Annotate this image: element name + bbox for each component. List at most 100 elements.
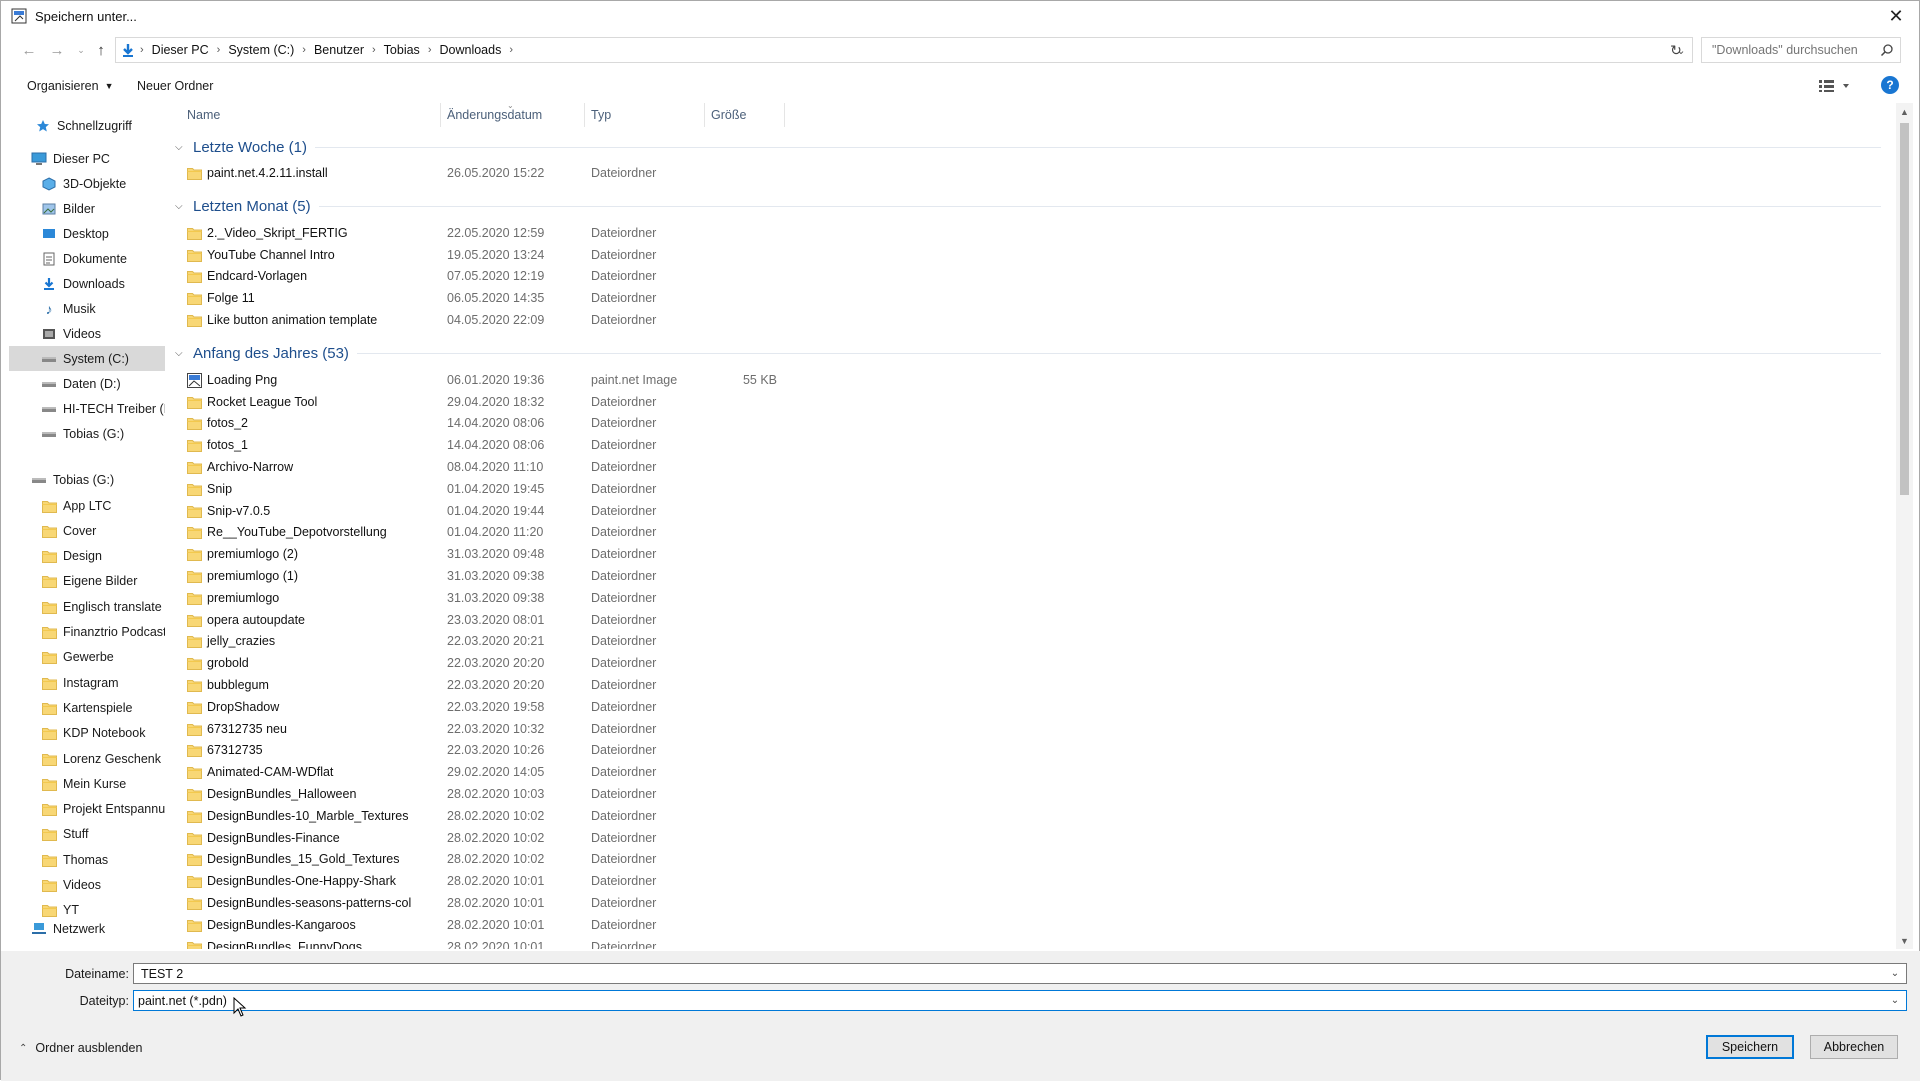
file-row[interactable]: Folge 11 06.05.2020 14:35 Dateiordner bbox=[171, 288, 1891, 309]
new-folder-button[interactable]: Neuer Ordner bbox=[137, 75, 213, 97]
file-row[interactable]: 67312735 22.03.2020 10:26 Dateiordner bbox=[171, 740, 1891, 761]
nav-item-downloads[interactable]: Downloads bbox=[9, 271, 165, 296]
file-row[interactable]: Rocket League Tool 29.04.2020 18:32 Dateio… bbox=[171, 392, 1891, 413]
nav-folder-kdp-notebook[interactable]: KDP Notebook bbox=[9, 721, 165, 746]
nav-quick-access[interactable]: Schnellzugriff bbox=[9, 113, 165, 138]
breadcrumb-downloads[interactable]: Downloads bbox=[439, 43, 501, 57]
breadcrumb-benutzer[interactable]: Benutzer bbox=[314, 43, 364, 57]
group-header[interactable]: ⌵ Letzte Woche (1) bbox=[171, 135, 1891, 159]
search-input[interactable] bbox=[1710, 42, 1874, 58]
breadcrumb-separator[interactable]: › bbox=[302, 44, 306, 56]
nav-folder-videos[interactable]: Videos bbox=[9, 873, 165, 898]
nav-item-videos[interactable]: Videos bbox=[9, 321, 165, 346]
nav-drive-g[interactable]: Tobias (G:) bbox=[9, 467, 165, 492]
nav-item-bilder[interactable]: Bilder bbox=[9, 196, 165, 221]
refresh-button[interactable]: ↻ bbox=[1666, 40, 1686, 60]
close-button[interactable]: ✕ bbox=[1873, 1, 1919, 31]
file-row[interactable]: DesignBundles_Halloween 28.02.2020 10:03 D… bbox=[171, 784, 1891, 805]
breadcrumb-system-c[interactable]: System (C:) bbox=[228, 43, 294, 57]
nav-folder-mein-kurse[interactable]: Mein Kurse bbox=[9, 771, 165, 796]
column-header-type[interactable]: Typ bbox=[581, 103, 705, 127]
breadcrumb-tobias[interactable]: Tobias bbox=[384, 43, 420, 57]
scroll-up-icon[interactable]: ▲ bbox=[1896, 103, 1913, 120]
nav-item-3d-objekte[interactable]: 3D-Objekte bbox=[9, 171, 165, 196]
file-row[interactable]: DesignBundles-seasons-patterns-col 28.02.… bbox=[171, 893, 1891, 914]
nav-folder-englisch-translate[interactable]: Englisch translate bbox=[9, 594, 165, 619]
nav-network[interactable]: Netzwerk bbox=[9, 916, 165, 941]
group-header[interactable]: ⌵ Letzten Monat (5) bbox=[171, 195, 1891, 219]
filename-field[interactable]: ⌄ bbox=[133, 963, 1907, 984]
nav-folder-eigene-bilder[interactable]: Eigene Bilder bbox=[9, 569, 165, 594]
breadcrumb-this-pc[interactable]: Dieser PC bbox=[152, 43, 209, 57]
hide-folders-toggle[interactable]: ⌃ Ordner ausblenden bbox=[19, 1041, 142, 1055]
scroll-down-icon[interactable]: ▼ bbox=[1896, 932, 1913, 949]
file-row[interactable]: fotos_2 14.04.2020 08:06 Dateiordner bbox=[171, 413, 1891, 434]
nav-item-daten-d[interactable]: Daten (D:) bbox=[9, 371, 165, 396]
file-row[interactable]: premiumlogo 31.03.2020 09:38 Dateiordner bbox=[171, 588, 1891, 609]
nav-item-dokumente[interactable]: Dokumente bbox=[9, 246, 165, 271]
file-row[interactable]: premiumlogo (1) 31.03.2020 09:38 Dateiordn… bbox=[171, 566, 1891, 587]
nav-folder-cover[interactable]: Cover bbox=[9, 518, 165, 543]
file-row[interactable]: 67312735 neu 22.03.2020 10:32 Dateiordner bbox=[171, 719, 1891, 740]
file-row[interactable]: Loading Png 06.01.2020 19:36 paint.net Ima… bbox=[171, 370, 1891, 391]
file-row[interactable]: Snip-v7.0.5 01.04.2020 19:44 Dateiordner bbox=[171, 501, 1891, 522]
breadcrumb-separator[interactable]: › bbox=[428, 44, 432, 56]
nav-folder-lorenz-geschenk[interactable]: Lorenz Geschenk bbox=[9, 746, 165, 771]
file-row[interactable]: Endcard-Vorlagen 07.05.2020 12:19 Dateiord… bbox=[171, 266, 1891, 287]
file-row[interactable]: jelly_crazies 22.03.2020 20:21 Dateiordner bbox=[171, 631, 1891, 652]
file-row[interactable]: paint.net.4.2.11.install 26.05.2020 15:22… bbox=[171, 163, 1891, 184]
group-header[interactable]: ⌵ Anfang des Jahres (53) bbox=[171, 342, 1891, 366]
nav-item-musik[interactable]: ♪ Musik bbox=[9, 296, 165, 321]
breadcrumb-separator[interactable]: › bbox=[509, 44, 513, 56]
filename-dropdown[interactable]: ⌄ bbox=[1886, 964, 1904, 983]
filetype-select[interactable]: paint.net (*.pdn) ⌄ bbox=[133, 990, 1907, 1011]
file-row[interactable]: DropShadow 22.03.2020 19:58 Dateiordner bbox=[171, 697, 1891, 718]
back-button[interactable]: ← bbox=[19, 40, 39, 60]
nav-folder-instagram[interactable]: Instagram bbox=[9, 670, 165, 695]
nav-folder-finanztrio-podcast[interactable]: Finanztrio Podcast bbox=[9, 620, 165, 645]
file-row[interactable]: Snip 01.04.2020 19:45 Dateiordner bbox=[171, 479, 1891, 500]
search-box[interactable] bbox=[1701, 37, 1901, 63]
file-row[interactable]: fotos_1 14.04.2020 08:06 Dateiordner bbox=[171, 435, 1891, 456]
nav-this-pc[interactable]: Dieser PC bbox=[9, 146, 165, 171]
nav-folder-stuff[interactable]: Stuff bbox=[9, 822, 165, 847]
file-row[interactable]: YouTube Channel Intro 19.05.2020 13:24 Dat… bbox=[171, 245, 1891, 266]
file-row[interactable]: opera autoupdate 23.03.2020 08:01 Dateiord… bbox=[171, 610, 1891, 631]
nav-item-hi-tech-treiber-e[interactable]: HI-TECH Treiber (E:) bbox=[9, 396, 165, 421]
nav-item-tobias-g[interactable]: Tobias (G:) bbox=[9, 421, 165, 446]
file-row[interactable]: DesignBundles-Kangaroos 28.02.2020 10:01 D… bbox=[171, 915, 1891, 936]
address-bar[interactable]: › Dieser PC › System (C:) › Benutzer › T… bbox=[115, 37, 1693, 63]
nav-folder-kartenspiele[interactable]: Kartenspiele bbox=[9, 695, 165, 720]
file-row[interactable]: bubblegum 22.03.2020 20:20 Dateiordner bbox=[171, 675, 1891, 696]
file-row[interactable]: DesignBundles-One-Happy-Shark 28.02.2020 … bbox=[171, 871, 1891, 892]
nav-folder-projekt-entspannun[interactable]: Projekt Entspannun bbox=[9, 797, 165, 822]
file-row[interactable]: Re__YouTube_Depotvorstellung 01.04.2020 1… bbox=[171, 522, 1891, 543]
breadcrumb-separator[interactable]: › bbox=[217, 44, 221, 56]
file-row[interactable]: DesignBundles-Finance 28.02.2020 10:02 Dat… bbox=[171, 828, 1891, 849]
file-row[interactable]: DesignBundles-10_Marble_Textures 28.02.20… bbox=[171, 806, 1891, 827]
file-row[interactable]: premiumlogo (2) 31.03.2020 09:48 Dateiordn… bbox=[171, 544, 1891, 565]
recent-locations-button[interactable]: ⌄ bbox=[71, 40, 91, 60]
file-row[interactable]: DesignBundles_15_Gold_Textures 28.02.2020… bbox=[171, 849, 1891, 870]
file-row[interactable]: grobold 22.03.2020 20:20 Dateiordner bbox=[171, 653, 1891, 674]
save-button[interactable]: Speichern bbox=[1706, 1035, 1794, 1059]
file-row[interactable]: 2._Video_Skript_FERTIG 22.05.2020 12:59 Da… bbox=[171, 223, 1891, 244]
up-button[interactable]: ↑ bbox=[91, 40, 111, 60]
file-row[interactable]: Animated-CAM-WDflat 29.02.2020 14:05 Datei… bbox=[171, 762, 1891, 783]
file-row[interactable]: Like button animation template 04.05.2020… bbox=[171, 310, 1891, 331]
nav-item-desktop[interactable]: Desktop bbox=[9, 221, 165, 246]
scrollbar-thumb[interactable] bbox=[1900, 123, 1909, 495]
organize-menu[interactable]: Organisieren ▼ bbox=[27, 75, 114, 97]
file-row[interactable]: DesignBundles_FunnyDogs 28.02.2020 10:01 D… bbox=[171, 937, 1891, 949]
column-header-size[interactable]: Größe bbox=[701, 103, 785, 127]
nav-folder-gewerbe[interactable]: Gewerbe bbox=[9, 645, 165, 670]
nav-folder-design[interactable]: Design bbox=[9, 544, 165, 569]
cancel-button[interactable]: Abbrechen bbox=[1810, 1035, 1898, 1059]
help-button[interactable]: ? bbox=[1881, 76, 1899, 94]
nav-folder-thomas[interactable]: Thomas bbox=[9, 847, 165, 872]
filetype-dropdown[interactable]: ⌄ bbox=[1886, 991, 1904, 1010]
filename-input[interactable] bbox=[139, 965, 1843, 982]
file-row[interactable]: Archivo-Narrow 08.04.2020 11:10 Dateiordne… bbox=[171, 457, 1891, 478]
forward-button[interactable]: → bbox=[47, 40, 67, 60]
nav-item-system-c[interactable]: System (C:) bbox=[9, 346, 165, 371]
